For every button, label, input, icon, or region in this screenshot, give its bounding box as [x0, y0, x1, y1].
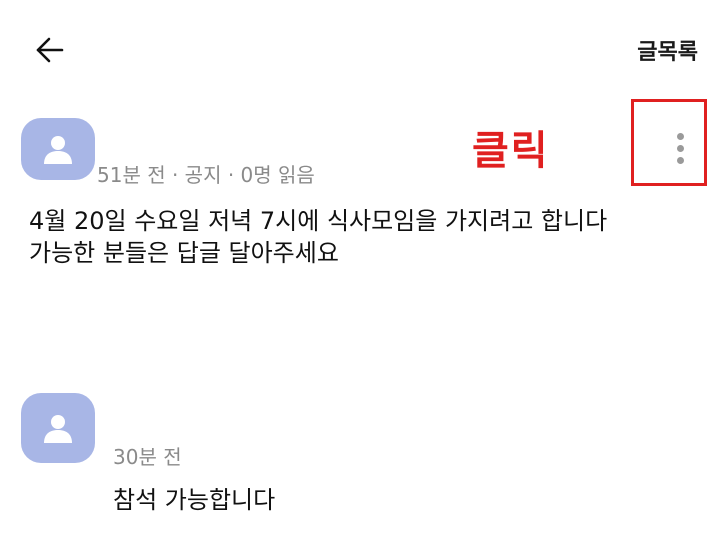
arrow-left-icon [36, 37, 64, 63]
post-body-line: 4월 20일 수요일 저녁 7시에 식사모임을 가지려고 합니다 [29, 207, 608, 235]
more-options-button[interactable] [664, 128, 696, 168]
comment-body: 참석 가능합니다 [113, 486, 276, 514]
user-silhouette-icon [44, 136, 72, 164]
user-silhouette-icon [44, 415, 72, 443]
comment-author-avatar[interactable] [21, 393, 95, 463]
post-list-link[interactable]: 글목록 [637, 34, 698, 66]
post-body: 4월 20일 수요일 저녁 7시에 식사모임을 가지려고 합니다 가능한 분들은… [29, 205, 709, 269]
click-annotation-label: 클릭 [472, 128, 550, 174]
post-body-line: 가능한 분들은 답글 달아주세요 [29, 239, 339, 267]
vertical-dots-icon [676, 156, 684, 164]
back-button[interactable] [30, 30, 70, 70]
comment-meta: 30분 전 [113, 445, 182, 469]
vertical-dots-icon [676, 144, 684, 152]
post-meta: 51분 전 · 공지 · 0명 읽음 [97, 163, 315, 187]
vertical-dots-icon [676, 132, 684, 140]
post-author-avatar[interactable] [21, 118, 95, 180]
